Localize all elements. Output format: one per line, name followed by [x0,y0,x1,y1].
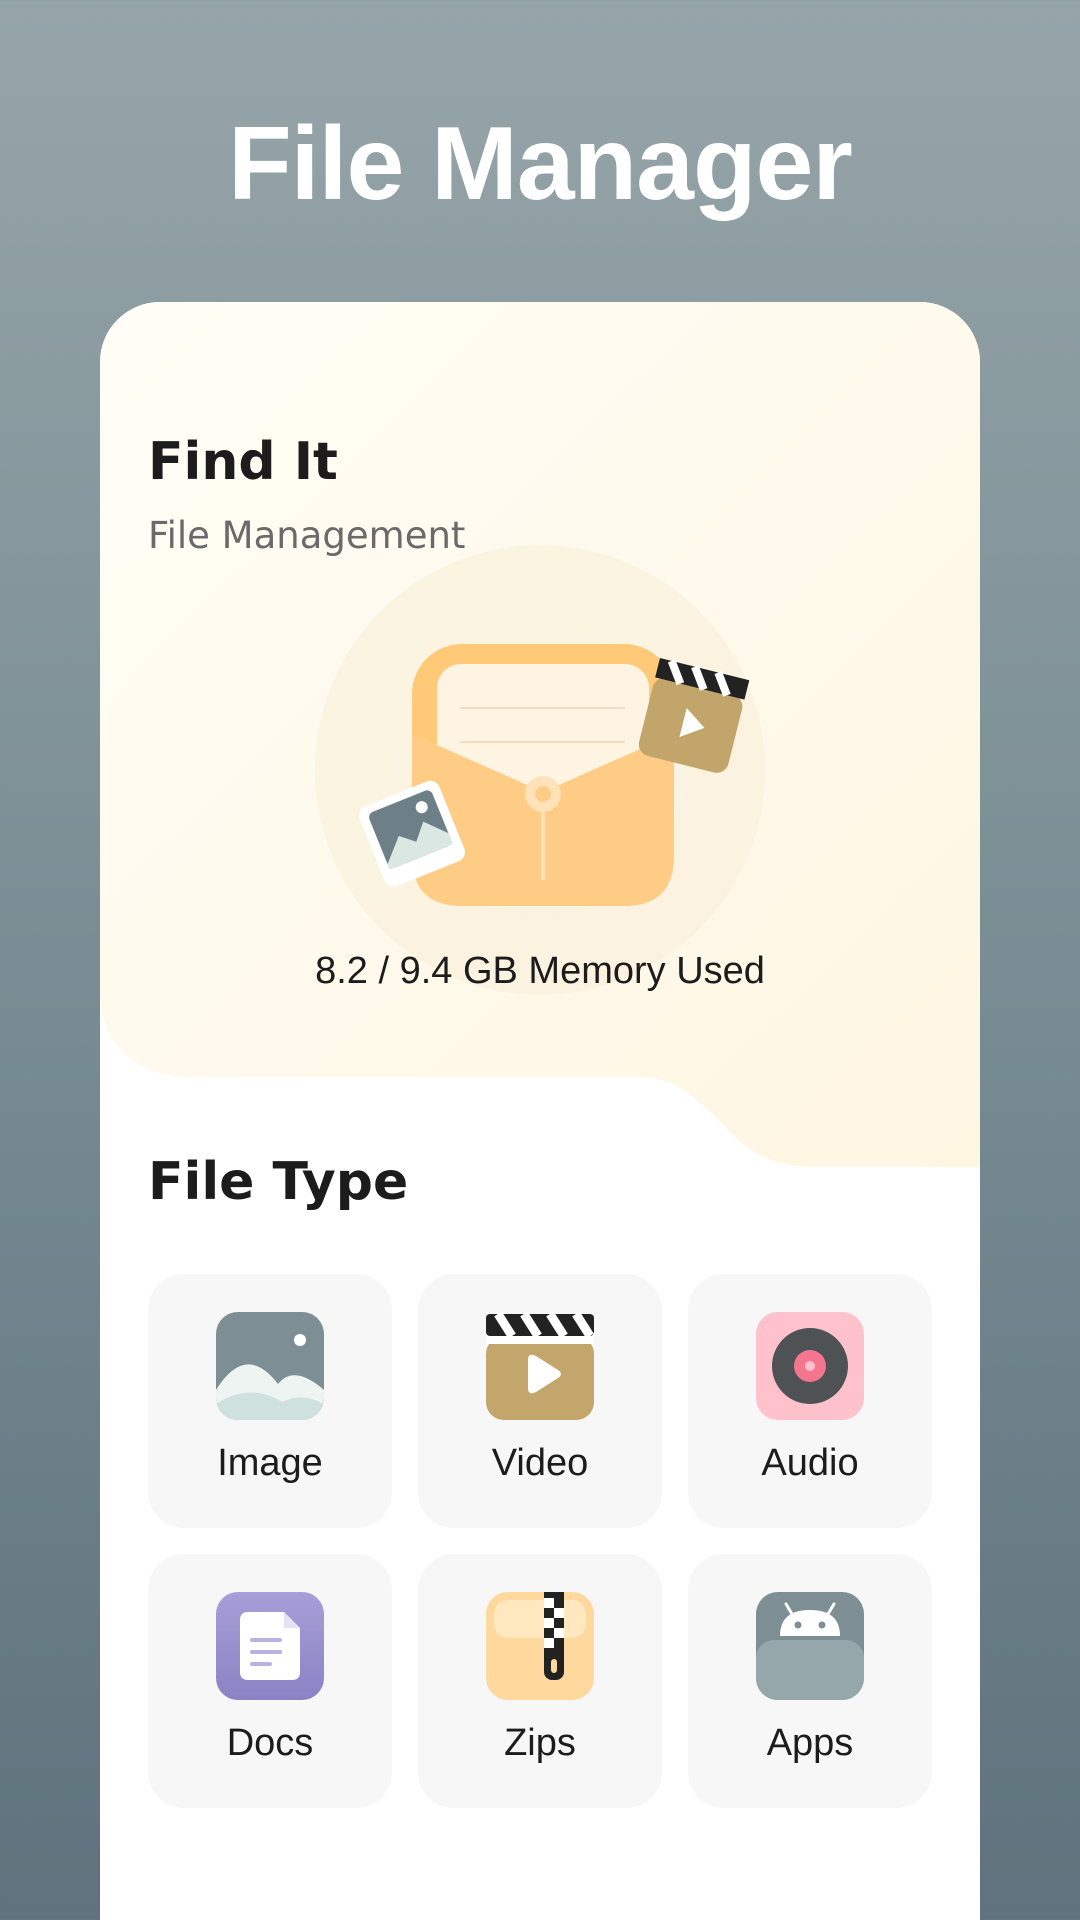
file-type-label: Audio [761,1442,859,1484]
file-type-image[interactable]: Image [148,1274,392,1528]
folder-illustration [315,545,765,995]
file-type-docs[interactable]: Docs [148,1554,392,1808]
hero-title: Find It [148,432,338,492]
file-type-label: Docs [226,1722,314,1764]
file-type-label: Apps [766,1722,854,1764]
audio-icon [756,1312,864,1420]
image-icon [216,1312,324,1420]
apps-icon [756,1592,864,1700]
memory-usage-text: 8.2 / 9.4 GB Memory Used [315,950,765,992]
file-type-label: Video [491,1442,589,1484]
file-type-video[interactable]: Video [418,1274,662,1528]
file-type-apps[interactable]: Apps [688,1554,932,1808]
video-icon [486,1312,594,1420]
file-type-audio[interactable]: Audio [688,1274,932,1528]
file-type-title: File Type [148,1152,409,1212]
docs-icon [216,1592,324,1700]
file-type-label: Image [217,1442,323,1484]
zips-icon [486,1592,594,1700]
app-title: File Manager [228,106,853,222]
file-type-zips[interactable]: Zips [418,1554,662,1808]
main-card: Find It File Management 8.2 / 9.4 GB Mem… [100,302,980,1920]
file-type-label: Zips [504,1722,576,1764]
